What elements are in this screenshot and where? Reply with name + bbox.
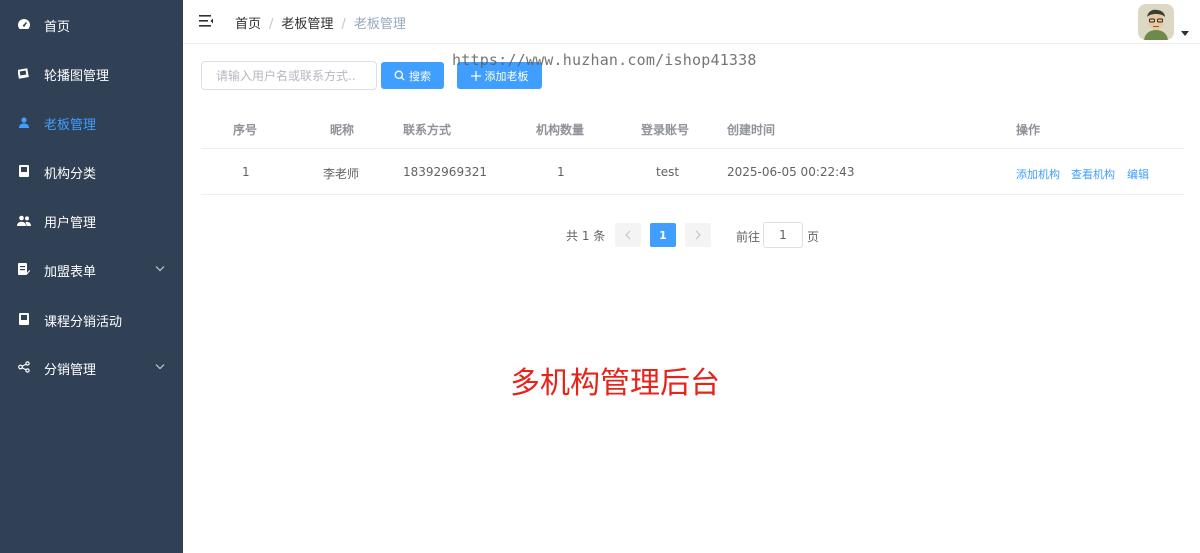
chevron-down-icon xyxy=(154,360,166,372)
form-icon xyxy=(17,262,31,276)
cell-contact: 18392969321 xyxy=(403,165,487,179)
search-icon xyxy=(394,70,405,81)
cell-nickname: 李老师 xyxy=(323,167,360,181)
next-page-button[interactable] xyxy=(685,223,711,247)
view-org-link[interactable]: 查看机构 xyxy=(1071,166,1115,182)
column-header-account: 登录账号 xyxy=(641,123,690,137)
column-header-index: 序号 xyxy=(233,123,258,137)
sidebar: 首页 轮播图管理 老板管理 机构分类 用户管理 加盟表单 课程分销活动 分销管理 xyxy=(0,0,183,553)
breadcrumb-item-home[interactable]: 首页 xyxy=(235,17,261,32)
column-header-actions: 操作 xyxy=(1016,123,1041,137)
column-header-nickname: 昵称 xyxy=(330,123,355,137)
sidebar-item-home[interactable]: 首页 xyxy=(0,0,183,49)
column-header-contact: 联系方式 xyxy=(403,123,452,137)
sidebar-item-label: 首页 xyxy=(44,20,71,35)
table-header-divider xyxy=(201,148,1184,149)
sidebar-item-label: 机构分类 xyxy=(44,167,97,182)
prev-page-button[interactable] xyxy=(615,223,641,247)
cell-account: test xyxy=(656,165,680,179)
search-button-label: 搜索 xyxy=(409,69,431,83)
sidebar-item-label: 分销管理 xyxy=(44,363,97,378)
search-button[interactable]: 搜索 xyxy=(381,62,444,89)
chevron-left-icon xyxy=(625,230,631,240)
sidebar-item-label: 轮播图管理 xyxy=(44,69,110,84)
book-icon xyxy=(17,164,31,178)
column-header-org-count: 机构数量 xyxy=(536,123,585,137)
caret-down-icon[interactable] xyxy=(1181,26,1189,36)
avatar[interactable] xyxy=(1138,4,1174,40)
goto-page-input[interactable] xyxy=(763,222,803,248)
cell-org-count: 1 xyxy=(557,165,565,179)
table-row-divider xyxy=(201,194,1184,195)
page-number-button[interactable]: 1 xyxy=(650,223,676,247)
search-input[interactable] xyxy=(201,61,377,90)
image-icon xyxy=(17,66,31,80)
sidebar-item-label: 老板管理 xyxy=(44,118,97,133)
user-icon xyxy=(17,115,31,129)
sidebar-item-org-category[interactable]: 机构分类 xyxy=(0,147,183,196)
users-icon xyxy=(17,213,31,227)
cell-index: 1 xyxy=(242,165,250,179)
sidebar-item-distribution[interactable]: 分销管理 xyxy=(0,343,183,392)
add-org-link[interactable]: 添加机构 xyxy=(1016,166,1060,182)
breadcrumb-separator: / xyxy=(269,17,274,32)
sidebar-item-join-form[interactable]: 加盟表单 xyxy=(0,245,183,294)
chevron-right-icon xyxy=(695,230,701,240)
sidebar-item-label: 课程分销活动 xyxy=(44,315,123,330)
top-navbar: 首页 / 老板管理 / 老板管理 xyxy=(183,0,1200,44)
dashboard-icon xyxy=(17,17,31,31)
breadcrumb: 首页 / 老板管理 / 老板管理 xyxy=(235,13,406,32)
goto-suffix-label: 页 xyxy=(807,230,820,244)
pagination-total: 共 1 条 xyxy=(566,229,606,243)
cell-created: 2025-06-05 00:22:43 xyxy=(727,165,855,179)
goto-prefix-label: 前往 xyxy=(736,230,761,244)
watermark-text: https://www.huzhan.com/ishop41338 xyxy=(452,51,757,69)
banner-title: 多机构管理后台 xyxy=(510,366,720,401)
edit-link[interactable]: 编辑 xyxy=(1127,166,1149,182)
chevron-down-icon xyxy=(154,262,166,274)
sidebar-item-carousel[interactable]: 轮播图管理 xyxy=(0,49,183,98)
sidebar-item-boss[interactable]: 老板管理 xyxy=(0,98,183,147)
column-header-created: 创建时间 xyxy=(727,123,776,137)
breadcrumb-item-boss[interactable]: 老板管理 xyxy=(281,17,333,32)
breadcrumb-item-current: 老板管理 xyxy=(353,17,406,32)
sidebar-item-users[interactable]: 用户管理 xyxy=(0,196,183,245)
plus-icon xyxy=(470,70,481,81)
sidebar-item-label: 用户管理 xyxy=(44,216,97,231)
breadcrumb-separator: / xyxy=(341,17,346,32)
sidebar-item-course-distribution[interactable]: 课程分销活动 xyxy=(0,295,183,344)
hamburger-icon[interactable] xyxy=(199,13,215,29)
add-boss-button-label: 添加老板 xyxy=(484,69,529,83)
book-icon xyxy=(17,312,31,326)
share-icon xyxy=(17,360,31,374)
sidebar-item-label: 加盟表单 xyxy=(44,265,97,280)
